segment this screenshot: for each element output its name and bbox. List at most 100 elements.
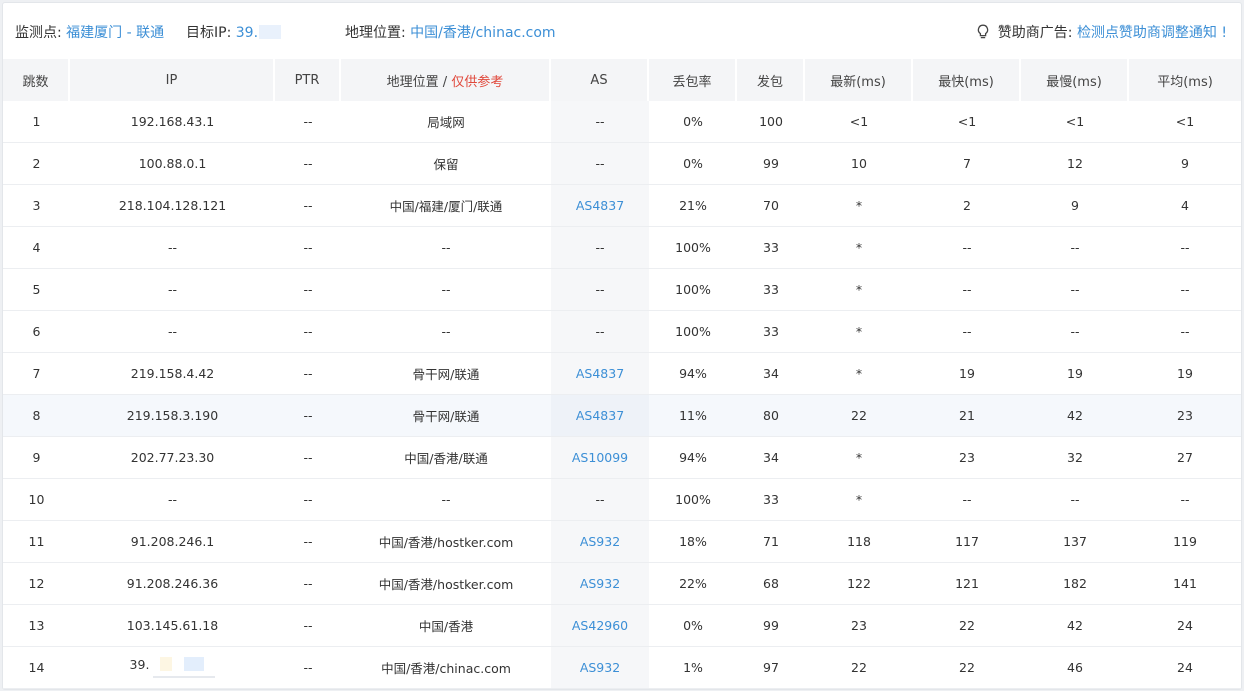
- cell-as: AS932: [551, 647, 649, 689]
- traceroute-table: 跳数 IP PTR 地理位置 / 仅供参考 AS 丢包率 发包 最新(ms) 最…: [3, 59, 1241, 689]
- cell-sent: 33: [737, 227, 805, 269]
- cell-ptr: --: [275, 143, 341, 185]
- cell-loss: 22%: [649, 563, 737, 605]
- as-value: --: [595, 114, 605, 129]
- cell-avg: 27: [1129, 437, 1241, 479]
- table-row: 3 218.104.128.121 -- 中国/福建/厦门/联通 AS4837 21% 70…: [3, 185, 1241, 227]
- cell-geo: --: [341, 479, 551, 521]
- table-row: 4 -- -- -- -- 100% 33 * -- -- --: [3, 227, 1241, 269]
- cell-best: 7: [913, 143, 1021, 185]
- cell-ptr: --: [275, 395, 341, 437]
- cell-sent: 33: [737, 479, 805, 521]
- cell-last: 23: [805, 605, 913, 647]
- cell-sent: 100: [737, 101, 805, 143]
- cell-ptr: --: [275, 647, 341, 689]
- target-value: 39.: [235, 25, 259, 41]
- as-link[interactable]: AS4837: [576, 366, 624, 381]
- cell-worst: 12: [1021, 143, 1129, 185]
- as-link[interactable]: AS4837: [576, 198, 624, 213]
- redacted-block: [149, 657, 216, 678]
- cell-best: 121: [913, 563, 1021, 605]
- geo-label: 地理位置:: [345, 25, 406, 41]
- cell-hop: 1: [3, 101, 70, 143]
- cell-ptr: --: [275, 353, 341, 395]
- cell-ip: --: [70, 227, 275, 269]
- col-geo-ref: 仅供参考: [451, 74, 504, 90]
- cell-worst: 137: [1021, 521, 1129, 563]
- traceroute-panel: 监测点: 福建厦门 - 联通 目标IP: 39. 地理位置: 中国/香港/chi…: [2, 2, 1242, 690]
- as-link[interactable]: AS932: [580, 576, 620, 591]
- target-label: 目标IP:: [186, 25, 232, 41]
- cell-geo: --: [341, 227, 551, 269]
- cell-hop: 10: [3, 479, 70, 521]
- cell-ptr: --: [275, 227, 341, 269]
- cell-best: 2: [913, 185, 1021, 227]
- cell-geo: 中国/香港/chinac.com: [341, 647, 551, 689]
- cell-as: AS932: [551, 563, 649, 605]
- cell-hop: 9: [3, 437, 70, 479]
- cell-sent: 99: [737, 605, 805, 647]
- cell-as: --: [551, 311, 649, 353]
- cell-avg: 24: [1129, 647, 1241, 689]
- geo-value: 中国/香港/chinac.com: [410, 25, 556, 41]
- cell-as: AS42960: [551, 605, 649, 647]
- cell-hop: 12: [3, 563, 70, 605]
- as-link[interactable]: AS4837: [576, 408, 624, 423]
- cell-avg: --: [1129, 269, 1241, 311]
- cell-avg: 119: [1129, 521, 1241, 563]
- cell-as: AS10099: [551, 437, 649, 479]
- cell-ptr: --: [275, 605, 341, 647]
- cell-loss: 11%: [649, 395, 737, 437]
- as-link[interactable]: AS10099: [572, 450, 628, 465]
- cell-last: 122: [805, 563, 913, 605]
- cell-ptr: --: [275, 437, 341, 479]
- col-ip: IP: [70, 59, 275, 101]
- cell-as: --: [551, 101, 649, 143]
- lightbulb-icon: [978, 24, 989, 39]
- as-value: --: [595, 282, 605, 297]
- as-link[interactable]: AS932: [580, 534, 620, 549]
- cell-ip: 218.104.128.121: [70, 185, 275, 227]
- cell-last: 118: [805, 521, 913, 563]
- cell-ip: 91.208.246.1: [70, 521, 275, 563]
- cell-avg: <1: [1129, 101, 1241, 143]
- cell-ip: 219.158.3.190: [70, 395, 275, 437]
- cell-ip: --: [70, 269, 275, 311]
- as-link[interactable]: AS932: [580, 660, 620, 675]
- cell-worst: <1: [1021, 101, 1129, 143]
- info-bar: 监测点: 福建厦门 - 联通 目标IP: 39. 地理位置: 中国/香港/chi…: [3, 3, 1241, 59]
- cell-worst: --: [1021, 479, 1129, 521]
- cell-ip: --: [70, 311, 275, 353]
- cell-geo: 中国/香港/hostker.com: [341, 521, 551, 563]
- table-row: 14 39. -- 中国/香港/chinac.com AS932 1% 97 22 22 46 24: [3, 647, 1241, 689]
- cell-loss: 100%: [649, 227, 737, 269]
- cell-sent: 68: [737, 563, 805, 605]
- cell-ip: --: [70, 479, 275, 521]
- cell-best: 22: [913, 605, 1021, 647]
- cell-hop: 5: [3, 269, 70, 311]
- table-row: 7 219.158.4.42 -- 骨干网/联通 AS4837 94% 34 * 19 19 19: [3, 353, 1241, 395]
- as-value: --: [595, 324, 605, 339]
- cell-last: 10: [805, 143, 913, 185]
- as-link[interactable]: AS42960: [572, 618, 628, 633]
- cell-ip: 103.145.61.18: [70, 605, 275, 647]
- cell-ip: 91.208.246.36: [70, 563, 275, 605]
- cell-sent: 70: [737, 185, 805, 227]
- cell-geo: 局域网: [341, 101, 551, 143]
- cell-last: *: [805, 185, 913, 227]
- table-row: 1 192.168.43.1 -- 局域网 -- 0% 100 <1 <1 <1 <1: [3, 101, 1241, 143]
- cell-sent: 33: [737, 311, 805, 353]
- cell-worst: --: [1021, 269, 1129, 311]
- cell-last: *: [805, 479, 913, 521]
- cell-as: AS932: [551, 521, 649, 563]
- cell-hop: 14: [3, 647, 70, 689]
- cell-best: 19: [913, 353, 1021, 395]
- monitor-value[interactable]: 福建厦门 - 联通: [66, 25, 164, 41]
- sponsor-link[interactable]: 检测点赞助商调整通知 !: [1077, 25, 1227, 41]
- cell-geo: 中国/香港/hostker.com: [341, 563, 551, 605]
- cell-hop: 4: [3, 227, 70, 269]
- cell-avg: --: [1129, 227, 1241, 269]
- table-row: 10 -- -- -- -- 100% 33 * -- -- --: [3, 479, 1241, 521]
- cell-worst: 42: [1021, 395, 1129, 437]
- cell-ip: 100.88.0.1: [70, 143, 275, 185]
